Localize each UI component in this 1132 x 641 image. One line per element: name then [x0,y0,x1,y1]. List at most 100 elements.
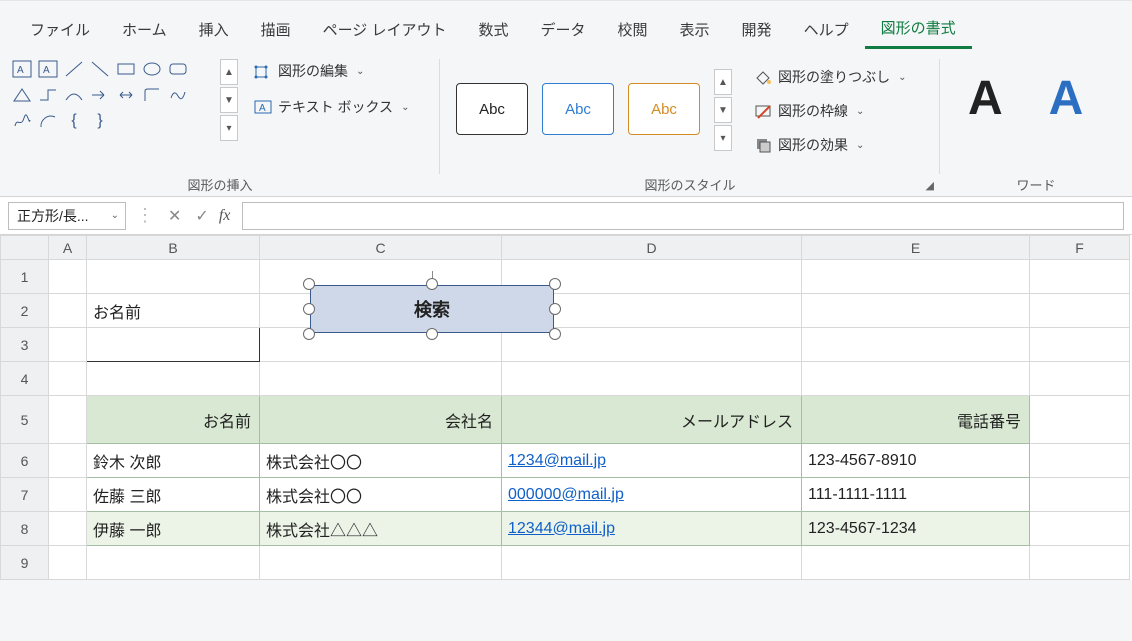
tab-developer[interactable]: 開発 [726,11,788,48]
cell[interactable] [802,260,1030,294]
cell[interactable] [1030,362,1130,396]
col-header-A[interactable]: A [49,236,87,260]
row-header-7[interactable]: 7 [1,478,49,512]
cell[interactable] [87,546,260,580]
fx-icon[interactable]: fx [219,207,231,225]
table-row[interactable]: 伊藤 一郎 [87,512,260,546]
shape-rect-icon[interactable] [114,57,138,81]
style-tile-3[interactable]: Abc [628,83,700,135]
resize-handle[interactable] [549,328,561,340]
cell[interactable] [1030,546,1130,580]
row-header-3[interactable]: 3 [1,328,49,362]
shape-dblarrow-icon[interactable] [114,83,138,107]
shapes-gallery[interactable]: A A { } [10,57,210,133]
resize-handle[interactable] [426,328,438,340]
row-header-9[interactable]: 9 [1,546,49,580]
table-header-mail[interactable]: メールアドレス [502,396,802,444]
tab-draw[interactable]: 描画 [245,11,307,48]
cell[interactable] [802,546,1030,580]
table-row-mail[interactable]: 1234@mail.jp [502,444,802,478]
styles-gallery-scroll[interactable]: ▲ ▼ ▾ [714,67,732,151]
table-row[interactable]: 株式会社〇〇 [260,444,502,478]
shape-brace-r-icon[interactable]: } [88,109,112,133]
resize-handle[interactable] [303,278,315,290]
tab-page-layout[interactable]: ページ レイアウト [307,11,463,48]
shape-effects-button[interactable]: 図形の効果 ⌄ [748,131,913,159]
shape-oval-icon[interactable] [140,57,164,81]
cell[interactable] [1030,260,1130,294]
cell[interactable] [49,478,87,512]
wordart-style-blue[interactable]: A [1031,63,1102,134]
table-row[interactable]: 佐藤 三郎 [87,478,260,512]
shape-textbox-icon[interactable]: A [10,57,34,81]
table-row-mail[interactable]: 12344@mail.jp [502,512,802,546]
shape-freeform-icon[interactable] [166,83,190,107]
gallery-more-icon[interactable]: ▾ [714,125,732,151]
resize-handle[interactable] [426,278,438,290]
cell[interactable] [87,260,260,294]
cancel-entry-icon[interactable]: ✕ [164,206,185,226]
shape-textbox-v-icon[interactable]: A [36,57,60,81]
resize-handle[interactable] [303,303,315,315]
table-row[interactable]: 株式会社〇〇 [260,478,502,512]
gallery-down-icon[interactable]: ▼ [220,87,238,113]
tab-help[interactable]: ヘルプ [788,11,865,48]
cell[interactable] [1030,478,1130,512]
tab-insert[interactable]: 挿入 [183,11,245,48]
shape-styles-gallery[interactable]: Abc Abc Abc ▲ ▼ ▾ [450,57,738,161]
text-box-button[interactable]: A テキスト ボックス ⌄ [248,93,415,121]
cell[interactable] [1030,444,1130,478]
table-row[interactable]: 123-4567-8910 [802,444,1030,478]
cell[interactable] [802,294,1030,328]
col-header-E[interactable]: E [802,236,1030,260]
gallery-more-icon[interactable]: ▾ [220,115,238,141]
table-row-mail[interactable]: 000000@mail.jp [502,478,802,512]
cell[interactable] [87,362,260,396]
cell[interactable] [49,328,87,362]
gallery-down-icon[interactable]: ▼ [714,97,732,123]
shape-curve-icon[interactable] [62,83,86,107]
cell[interactable] [1030,294,1130,328]
enter-entry-icon[interactable]: ✓ [191,206,212,226]
cell[interactable] [502,362,802,396]
col-header-B[interactable]: B [87,236,260,260]
cell[interactable] [1030,396,1130,444]
style-tile-1[interactable]: Abc [456,83,528,135]
col-header-D[interactable]: D [502,236,802,260]
cell[interactable] [49,396,87,444]
resize-handle[interactable] [549,303,561,315]
cell[interactable] [260,546,502,580]
edit-shape-button[interactable]: 図形の編集 ⌄ [248,57,415,85]
tab-data[interactable]: データ [525,11,602,48]
shape-outline-button[interactable]: 図形の枠線 ⌄ [748,97,913,125]
cell-B3-input[interactable] [87,328,260,362]
cell[interactable] [49,546,87,580]
style-tile-2[interactable]: Abc [542,83,614,135]
gallery-up-icon[interactable]: ▲ [714,69,732,95]
cell[interactable] [49,512,87,546]
tab-review[interactable]: 校閲 [602,11,664,48]
dialog-launcher-icon[interactable]: ◢ [926,179,934,192]
tab-shape-format[interactable]: 図形の書式 [865,9,972,49]
worksheet[interactable]: A B C D E F 1 2 お名前 3 [0,235,1132,580]
cell[interactable] [49,294,87,328]
shape-search-button[interactable]: 検索 [300,275,564,343]
shape-elbow-icon[interactable] [36,83,60,107]
table-row[interactable]: 111-1111-1111 [802,478,1030,512]
shape-roundrect-icon[interactable] [166,57,190,81]
cell[interactable] [260,362,502,396]
cell[interactable] [1030,328,1130,362]
wordart-style-black[interactable]: A [950,63,1021,134]
table-header-phone[interactable]: 電話番号 [802,396,1030,444]
col-header-C[interactable]: C [260,236,502,260]
shape-flow1-icon[interactable] [140,83,164,107]
cell[interactable] [49,444,87,478]
table-row[interactable]: 123-4567-1234 [802,512,1030,546]
tab-home[interactable]: ホーム [106,11,183,48]
shape-triangle-icon[interactable] [10,83,34,107]
tab-file[interactable]: ファイル [14,11,106,48]
row-header-2[interactable]: 2 [1,294,49,328]
shape-scribble-icon[interactable] [10,109,34,133]
row-header-6[interactable]: 6 [1,444,49,478]
row-header-5[interactable]: 5 [1,396,49,444]
